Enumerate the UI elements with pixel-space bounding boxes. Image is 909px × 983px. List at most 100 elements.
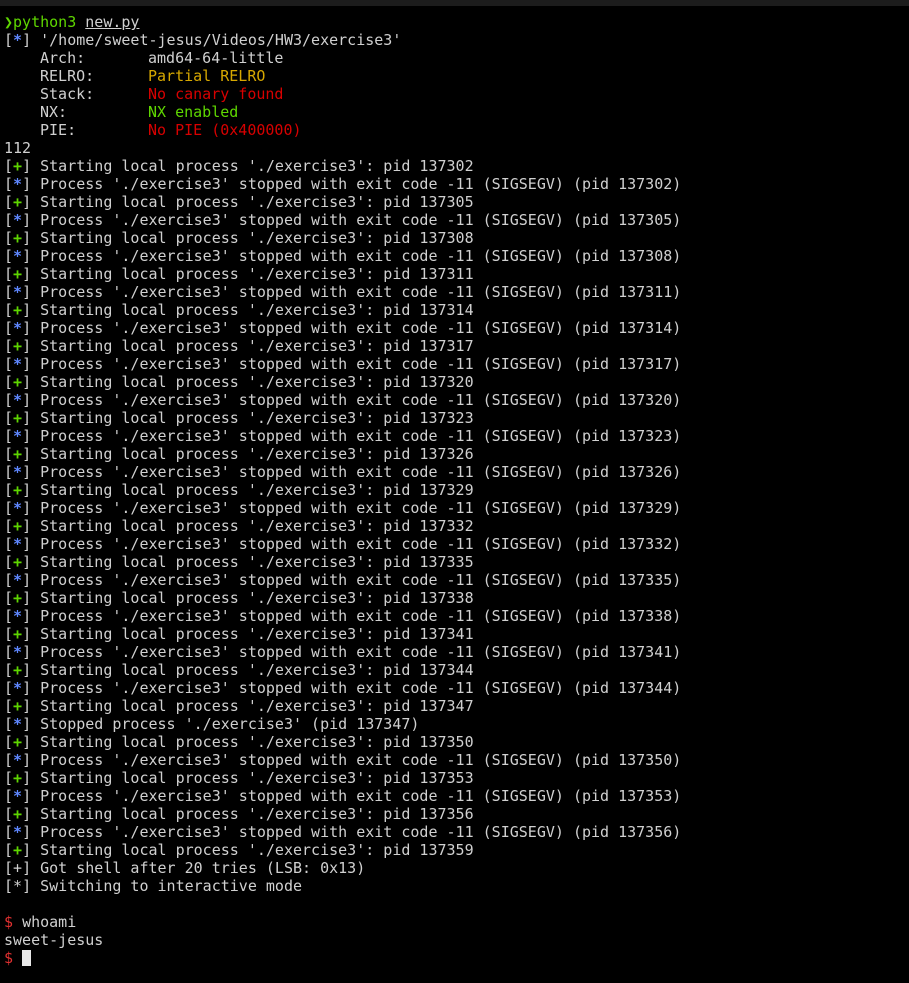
log-text: Starting local process './exercise3': pi… [40,229,474,247]
success-marker: + [13,373,23,391]
log-line: [*] Process './exercise3' stopped with e… [4,643,682,661]
info-marker: * [13,787,23,805]
log-line: [+] Starting local process './exercise3'… [4,805,474,823]
log-line: [*] Process './exercise3' stopped with e… [4,571,682,589]
log-text: Starting local process './exercise3': pi… [40,445,474,463]
success-marker: + [13,157,23,175]
log-line: [+] Starting local process './exercise3'… [4,661,474,679]
log-text: Starting local process './exercise3': pi… [40,697,474,715]
log-text: Process './exercise3' stopped with exit … [40,679,682,697]
log-line: [*] Process './exercise3' stopped with e… [4,679,682,697]
log-text: Process './exercise3' stopped with exit … [40,247,682,265]
log-line: [+] Starting local process './exercise3'… [4,229,474,247]
log-text: Starting local process './exercise3': pi… [40,589,474,607]
info-marker: * [13,391,23,409]
log-text: Got shell after 20 tries (LSB: 0x13) [40,859,366,877]
success-marker: + [13,697,23,715]
checksec-value: Partial RELRO [148,67,266,85]
log-text: Process './exercise3' stopped with exit … [40,427,682,445]
checksec-row: PIE: No PIE (0x400000) [4,121,909,139]
log-line: [*] Process './exercise3' stopped with e… [4,175,682,193]
log-text: Starting local process './exercise3': pi… [40,409,474,427]
info-marker: * [13,535,23,553]
log-text: Process './exercise3' stopped with exit … [40,823,682,841]
success-marker: + [13,841,23,859]
log-line: [+] Starting local process './exercise3'… [4,265,474,283]
log-line: [*] Process './exercise3' stopped with e… [4,427,682,445]
command-line: ❯python3 new.py [4,13,909,31]
log-line: [+] Starting local process './exercise3'… [4,733,474,751]
log-text: Starting local process './exercise3': pi… [40,265,474,283]
checksec-block: Arch: amd64-64-little RELRO: Partial RELRO S… [4,49,909,139]
log-line: [+] Starting local process './exercise3'… [4,301,474,319]
binary-path: '/home/sweet-jesus/Videos/HW3/exercise3' [40,31,402,49]
log-line: [*] Process './exercise3' stopped with e… [4,319,682,337]
log-text: Process './exercise3' stopped with exit … [40,751,682,769]
info-marker: * [13,571,23,589]
log-text: Starting local process './exercise3': pi… [40,373,474,391]
log-line: [*] Process './exercise3' stopped with e… [4,247,682,265]
terminal-output[interactable]: ❯python3 new.py [*] '/home/sweet-jesus/V… [4,13,909,967]
log-text: Process './exercise3' stopped with exit … [40,391,682,409]
text-cursor[interactable] [22,950,32,966]
log-line: [+] Starting local process './exercise3'… [4,337,474,355]
info-marker: * [13,607,23,625]
info-marker: * [13,175,23,193]
info-marker: * [13,499,23,517]
success-marker: + [13,805,23,823]
log-line: [*] Process './exercise3' stopped with e… [4,391,682,409]
success-marker: + [13,193,23,211]
command-argument[interactable]: new.py [85,13,139,31]
log-text: Starting local process './exercise3': pi… [40,805,474,823]
command-program: python3 [13,13,77,31]
log-line: [*] Process './exercise3' stopped with e… [4,355,682,373]
success-marker: + [13,661,23,679]
log-line: [*] Process './exercise3' stopped with e… [4,499,682,517]
log-text: Process './exercise3' stopped with exit … [40,787,682,805]
log-text: Process './exercise3' stopped with exit … [40,499,682,517]
success-marker: + [13,517,23,535]
checksec-value: NX enabled [148,103,239,121]
success-marker: + [13,301,23,319]
success-marker: + [13,409,23,427]
success-marker: + [13,337,23,355]
log-text: Process './exercise3' stopped with exit … [40,175,682,193]
log-line: [*] Process './exercise3' stopped with e… [4,211,682,229]
log-text: Switching to interactive mode [40,877,303,895]
log-text: Stopped process './exercise3' (pid 13734… [40,715,420,733]
log-text: Starting local process './exercise3': pi… [40,193,474,211]
checksec-value: No PIE (0x400000) [148,121,302,139]
log-line: [+] Starting local process './exercise3'… [4,409,474,427]
log-text: Process './exercise3' stopped with exit … [40,463,682,481]
success-marker: + [13,445,23,463]
log-text: Process './exercise3' stopped with exit … [40,355,682,373]
binary-path-line: [*] '/home/sweet-jesus/Videos/HW3/exerci… [4,31,402,49]
log-line: [+] Starting local process './exercise3'… [4,157,474,175]
log-line: [*] Process './exercise3' stopped with e… [4,787,682,805]
previous-output-strip [0,0,909,6]
log-text: Starting local process './exercise3': pi… [40,517,474,535]
log-line: [*] Process './exercise3' stopped with e… [4,751,682,769]
info-marker: * [13,823,23,841]
log-text: Process './exercise3' stopped with exit … [40,643,682,661]
checksec-row: RELRO: Partial RELRO [4,67,909,85]
info-marker: * [13,247,23,265]
shell-output: sweet-jesus [4,931,104,949]
log-text: Starting local process './exercise3': pi… [40,661,474,679]
info-marker: * [13,211,23,229]
checksec-label: NX: [40,103,68,121]
log-line: [*] Switching to interactive mode [4,877,303,895]
checksec-row: Stack: No canary found [4,85,909,103]
log-text: Starting local process './exercise3': pi… [40,553,474,571]
log-text: Process './exercise3' stopped with exit … [40,535,682,553]
log-text: Starting local process './exercise3': pi… [40,157,474,175]
log-line: [+] Starting local process './exercise3'… [4,373,474,391]
log-text: Starting local process './exercise3': pi… [40,301,474,319]
log-line: [+] Starting local process './exercise3'… [4,841,474,859]
shell-input-line[interactable]: $ [4,949,909,967]
info-marker: * [13,715,23,733]
log-line: [*] Process './exercise3' stopped with e… [4,823,682,841]
log-line: [*] Process './exercise3' stopped with e… [4,283,682,301]
info-marker: * [13,463,23,481]
